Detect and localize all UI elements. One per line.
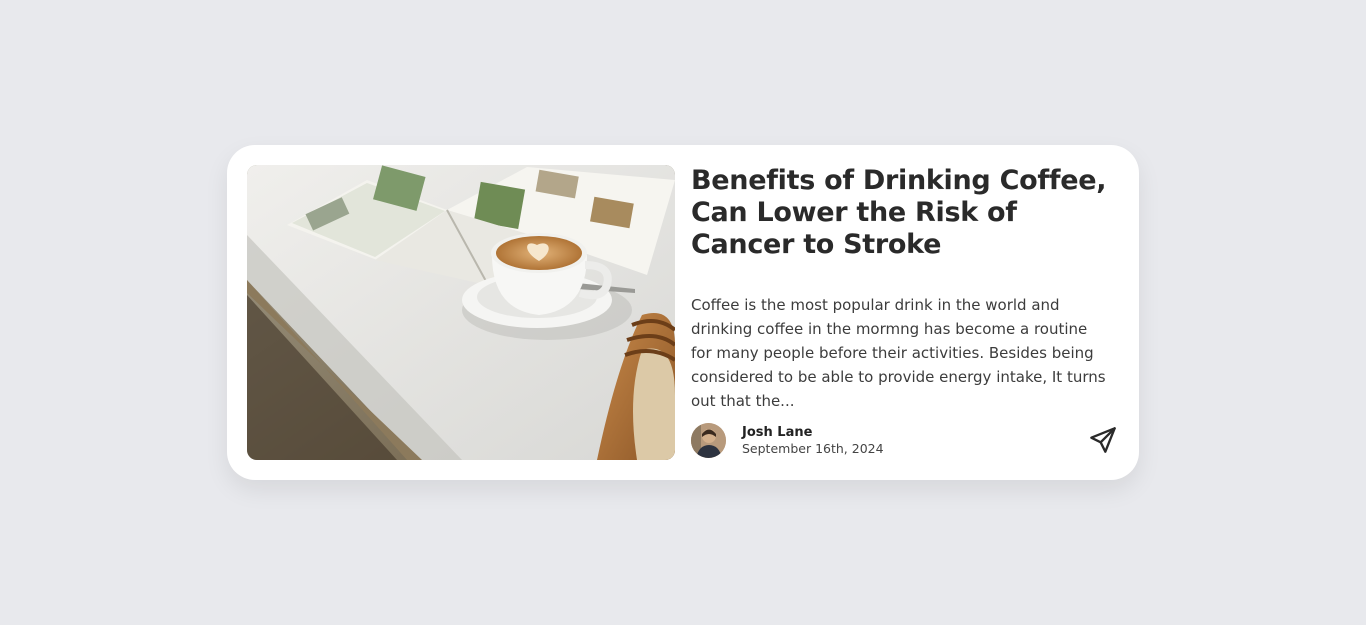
author-name[interactable]: Josh Lane bbox=[742, 424, 884, 441]
author-row: Josh Lane September 16th, 2024 bbox=[691, 420, 1119, 460]
share-button[interactable] bbox=[1087, 424, 1119, 456]
article-title[interactable]: Benefits of Drinking Coffee, Can Lower t… bbox=[691, 165, 1111, 261]
article-excerpt: Coffee is the most popular drink in the … bbox=[691, 296, 1106, 410]
article-card[interactable]: Benefits of Drinking Coffee, Can Lower t… bbox=[227, 145, 1139, 480]
author-avatar[interactable] bbox=[691, 423, 726, 458]
article-content: Benefits of Drinking Coffee, Can Lower t… bbox=[691, 165, 1119, 460]
author-meta: Josh Lane September 16th, 2024 bbox=[742, 424, 884, 457]
article-image bbox=[247, 165, 675, 460]
publish-date: September 16th, 2024 bbox=[742, 441, 884, 456]
send-icon bbox=[1090, 427, 1116, 453]
